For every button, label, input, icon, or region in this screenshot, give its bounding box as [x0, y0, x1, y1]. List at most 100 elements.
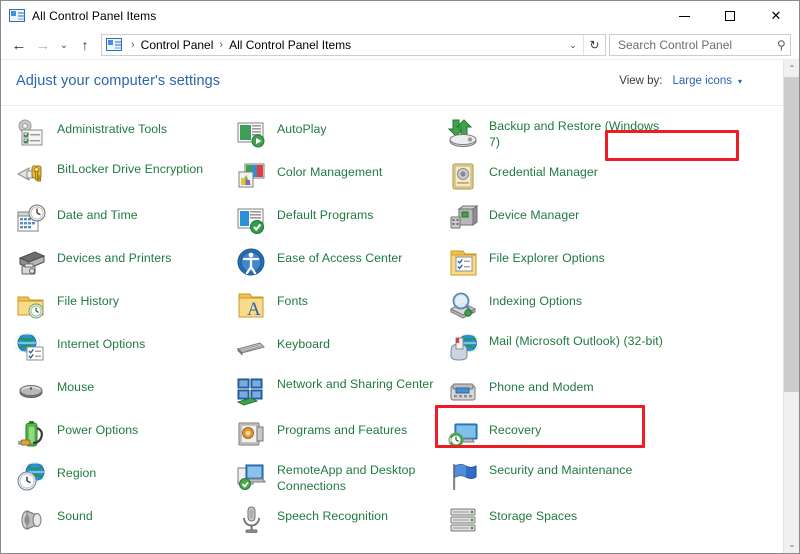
control-panel-item-label[interactable]: Date and Time	[57, 203, 138, 223]
scrollbar-thumb[interactable]	[784, 77, 799, 392]
control-panel-item[interactable]: Sound	[9, 502, 224, 545]
scroll-up-icon[interactable]: ⌃	[784, 60, 799, 77]
control-panel-item-label[interactable]: Recovery	[489, 418, 541, 438]
control-panel-item[interactable]: Speech Recognition	[229, 502, 444, 545]
control-panel-item-label[interactable]: Mail (Microsoft Outlook) (32-bit)	[489, 332, 663, 349]
vertical-scrollbar[interactable]: ⌃ ⌄	[783, 60, 799, 553]
control-panel-item[interactable]: Programs and Features	[229, 416, 444, 459]
caption-buttons: ✕	[661, 1, 799, 31]
search-box[interactable]: Search Control Panel ⚲	[609, 34, 791, 56]
scroll-down-icon[interactable]: ⌄	[784, 536, 799, 553]
control-panel-item[interactable]: File History	[9, 287, 224, 330]
recovery-icon	[447, 418, 479, 450]
control-panel-item[interactable]: BitLocker Drive Encryption	[9, 158, 224, 201]
control-panel-item[interactable]: AutoPlay	[229, 115, 444, 158]
control-panel-item-label[interactable]: Power Options	[57, 418, 138, 438]
control-panel-item[interactable]: Network and Sharing Center	[229, 373, 444, 416]
control-panel-item-label[interactable]: Region	[57, 461, 96, 481]
refresh-icon[interactable]: ↻	[583, 35, 605, 55]
control-panel-item[interactable]: File Explorer Options	[441, 244, 671, 287]
control-panel-item-label[interactable]: Storage Spaces	[489, 504, 577, 524]
control-panel-icon	[9, 8, 25, 24]
control-panel-item-label[interactable]: Security and Maintenance	[489, 461, 632, 478]
maximize-button[interactable]	[707, 1, 753, 31]
control-panel-item[interactable]: Administrative Tools	[9, 115, 224, 158]
control-panel-item[interactable]: Mail (Microsoft Outlook) (32-bit)	[441, 330, 671, 373]
control-panel-item-label[interactable]: AutoPlay	[277, 117, 327, 137]
control-panel-item-label[interactable]: Phone and Modem	[489, 375, 594, 395]
control-panel-item[interactable]: Credential Manager	[441, 158, 671, 201]
column-2: AutoPlay Color Management Default Progra…	[229, 115, 444, 545]
control-panel-item-label[interactable]: Color Management	[277, 160, 382, 180]
control-panel-item[interactable]: Mouse	[9, 373, 224, 416]
control-panel-item-label[interactable]: Default Programs	[277, 203, 373, 223]
control-panel-item-label[interactable]: Fonts	[277, 289, 308, 309]
mouse-icon	[15, 375, 47, 407]
control-panel-item[interactable]: Indexing Options	[441, 287, 671, 330]
control-panel-item-label[interactable]: Internet Options	[57, 332, 145, 352]
control-panel-item[interactable]: Backup and Restore (Windows 7)	[441, 115, 671, 158]
forward-button[interactable]: →	[31, 33, 55, 57]
control-panel-item[interactable]: Storage Spaces	[441, 502, 671, 545]
control-panel-item-label[interactable]: Backup and Restore (Windows 7)	[489, 117, 671, 150]
minimize-icon	[678, 15, 690, 17]
color-management-icon	[235, 160, 267, 192]
control-panel-item[interactable]: Internet Options	[9, 330, 224, 373]
control-panel-item-label[interactable]: Indexing Options	[489, 289, 582, 309]
control-panel-item-label[interactable]: Credential Manager	[489, 160, 598, 180]
control-panel-item-label[interactable]: Network and Sharing Center	[277, 375, 433, 392]
control-panel-item[interactable]: Default Programs	[229, 201, 444, 244]
fonts-icon: A	[235, 289, 267, 321]
control-panel-item[interactable]: Date and Time	[9, 201, 224, 244]
control-panel-item-label[interactable]: File Explorer Options	[489, 246, 605, 266]
window-title: All Control Panel Items	[32, 9, 157, 23]
control-panel-items-grid: Administrative Tools BitLocker Drive Enc…	[1, 115, 783, 553]
control-panel-item-label[interactable]: File History	[57, 289, 119, 309]
search-icon: ⚲	[777, 38, 786, 52]
address-bar-row: ← → ⌄ ↑ › Control Panel › All Control Pa…	[1, 31, 799, 59]
control-panel-item-label[interactable]: Keyboard	[277, 332, 330, 352]
control-panel-item-label[interactable]: Programs and Features	[277, 418, 407, 438]
speech-recognition-icon	[235, 504, 267, 536]
control-panel-item-label[interactable]: RemoteApp and Desktop Connections	[277, 461, 444, 494]
control-panel-item-label[interactable]: Sound	[57, 504, 93, 524]
control-panel-item-label[interactable]: Device Manager	[489, 203, 579, 223]
view-by-control[interactable]: View by: Large icons ▾	[619, 75, 742, 87]
chevron-down-icon[interactable]: ⌄	[563, 35, 583, 55]
control-panel-item[interactable]: Phone and Modem	[441, 373, 671, 416]
chevron-down-icon[interactable]: ▾	[738, 77, 742, 86]
control-panel-item[interactable]: Recovery	[441, 416, 671, 459]
control-panel-item[interactable]: Region	[9, 459, 224, 502]
control-panel-item[interactable]: Device Manager	[441, 201, 671, 244]
up-button[interactable]: ↑	[73, 33, 97, 57]
control-panel-item-label[interactable]: BitLocker Drive Encryption	[57, 160, 203, 177]
breadcrumb-item-all-control-panel-items[interactable]: All Control Panel Items	[228, 38, 352, 52]
recent-locations-button[interactable]: ⌄	[55, 33, 73, 57]
control-panel-item[interactable]: A Fonts	[229, 287, 444, 330]
control-panel-item[interactable]: Power Options	[9, 416, 224, 459]
phone-and-modem-icon	[447, 375, 479, 407]
control-panel-item[interactable]: Keyboard	[229, 330, 444, 373]
breadcrumb-item-control-panel[interactable]: Control Panel	[140, 38, 215, 52]
control-panel-item-label[interactable]: Speech Recognition	[277, 504, 388, 524]
address-bar[interactable]: › Control Panel › All Control Panel Item…	[101, 34, 606, 56]
backup-and-restore-icon	[447, 117, 479, 149]
control-panel-item[interactable]: Security and Maintenance	[441, 459, 671, 502]
ease-of-access-icon	[235, 246, 267, 278]
back-button[interactable]: ←	[7, 33, 31, 57]
view-by-value[interactable]: Large icons	[673, 75, 732, 87]
control-panel-item[interactable]: Color Management	[229, 158, 444, 201]
search-input[interactable]: Search Control Panel	[618, 38, 777, 52]
control-panel-item-label[interactable]: Ease of Access Center	[277, 246, 402, 266]
control-panel-item[interactable]: Ease of Access Center	[229, 244, 444, 287]
close-button[interactable]: ✕	[753, 1, 799, 31]
control-panel-item-label[interactable]: Administrative Tools	[57, 117, 167, 137]
control-panel-item-label[interactable]: Mouse	[57, 375, 94, 395]
breadcrumb-separator[interactable]: ›	[131, 39, 135, 51]
breadcrumb-separator-2[interactable]: ›	[219, 39, 223, 51]
control-panel-item[interactable]: RemoteApp and Desktop Connections	[229, 459, 444, 502]
control-panel-item-label[interactable]: Devices and Printers	[57, 246, 171, 266]
column-3: Backup and Restore (Windows 7) Credentia…	[441, 115, 671, 545]
minimize-button[interactable]	[661, 1, 707, 31]
control-panel-item[interactable]: Devices and Printers	[9, 244, 224, 287]
